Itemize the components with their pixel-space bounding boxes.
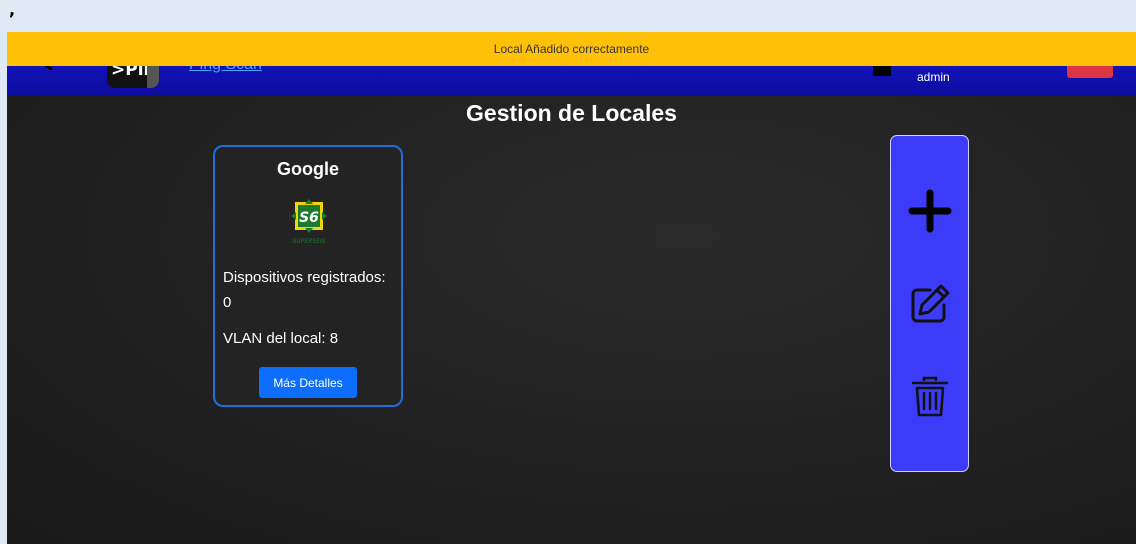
edit-icon bbox=[911, 284, 950, 323]
local-name: Google bbox=[277, 159, 339, 179]
vlan-label: VLAN del local: 8 bbox=[223, 330, 339, 347]
trash-icon bbox=[911, 376, 949, 417]
stray-comma: , bbox=[9, 0, 16, 19]
app-window: >Ping Ping Scan admin Local Añadido corr… bbox=[7, 32, 1136, 544]
local-card: Google S6 SUPERSEIS Dispositivos registr… bbox=[213, 145, 403, 407]
success-toast: Local Añadido correctamente bbox=[7, 32, 1136, 66]
local-logo-icon: S6 SUPERSEIS bbox=[291, 199, 327, 245]
local-logo-text: S6 bbox=[299, 210, 319, 226]
username-label: admin bbox=[917, 70, 950, 84]
add-button[interactable] bbox=[907, 188, 953, 234]
delete-button[interactable] bbox=[907, 373, 953, 419]
edit-button[interactable] bbox=[907, 281, 953, 327]
details-button[interactable]: Más Detalles bbox=[259, 367, 357, 398]
action-panel bbox=[890, 135, 969, 472]
page-title: Gestion de Locales bbox=[466, 100, 677, 126]
devices-count: Dispositivos registrados: 0 bbox=[223, 269, 386, 311]
local-logo-caption: SUPERSEIS bbox=[293, 238, 326, 245]
plus-icon bbox=[908, 189, 952, 233]
